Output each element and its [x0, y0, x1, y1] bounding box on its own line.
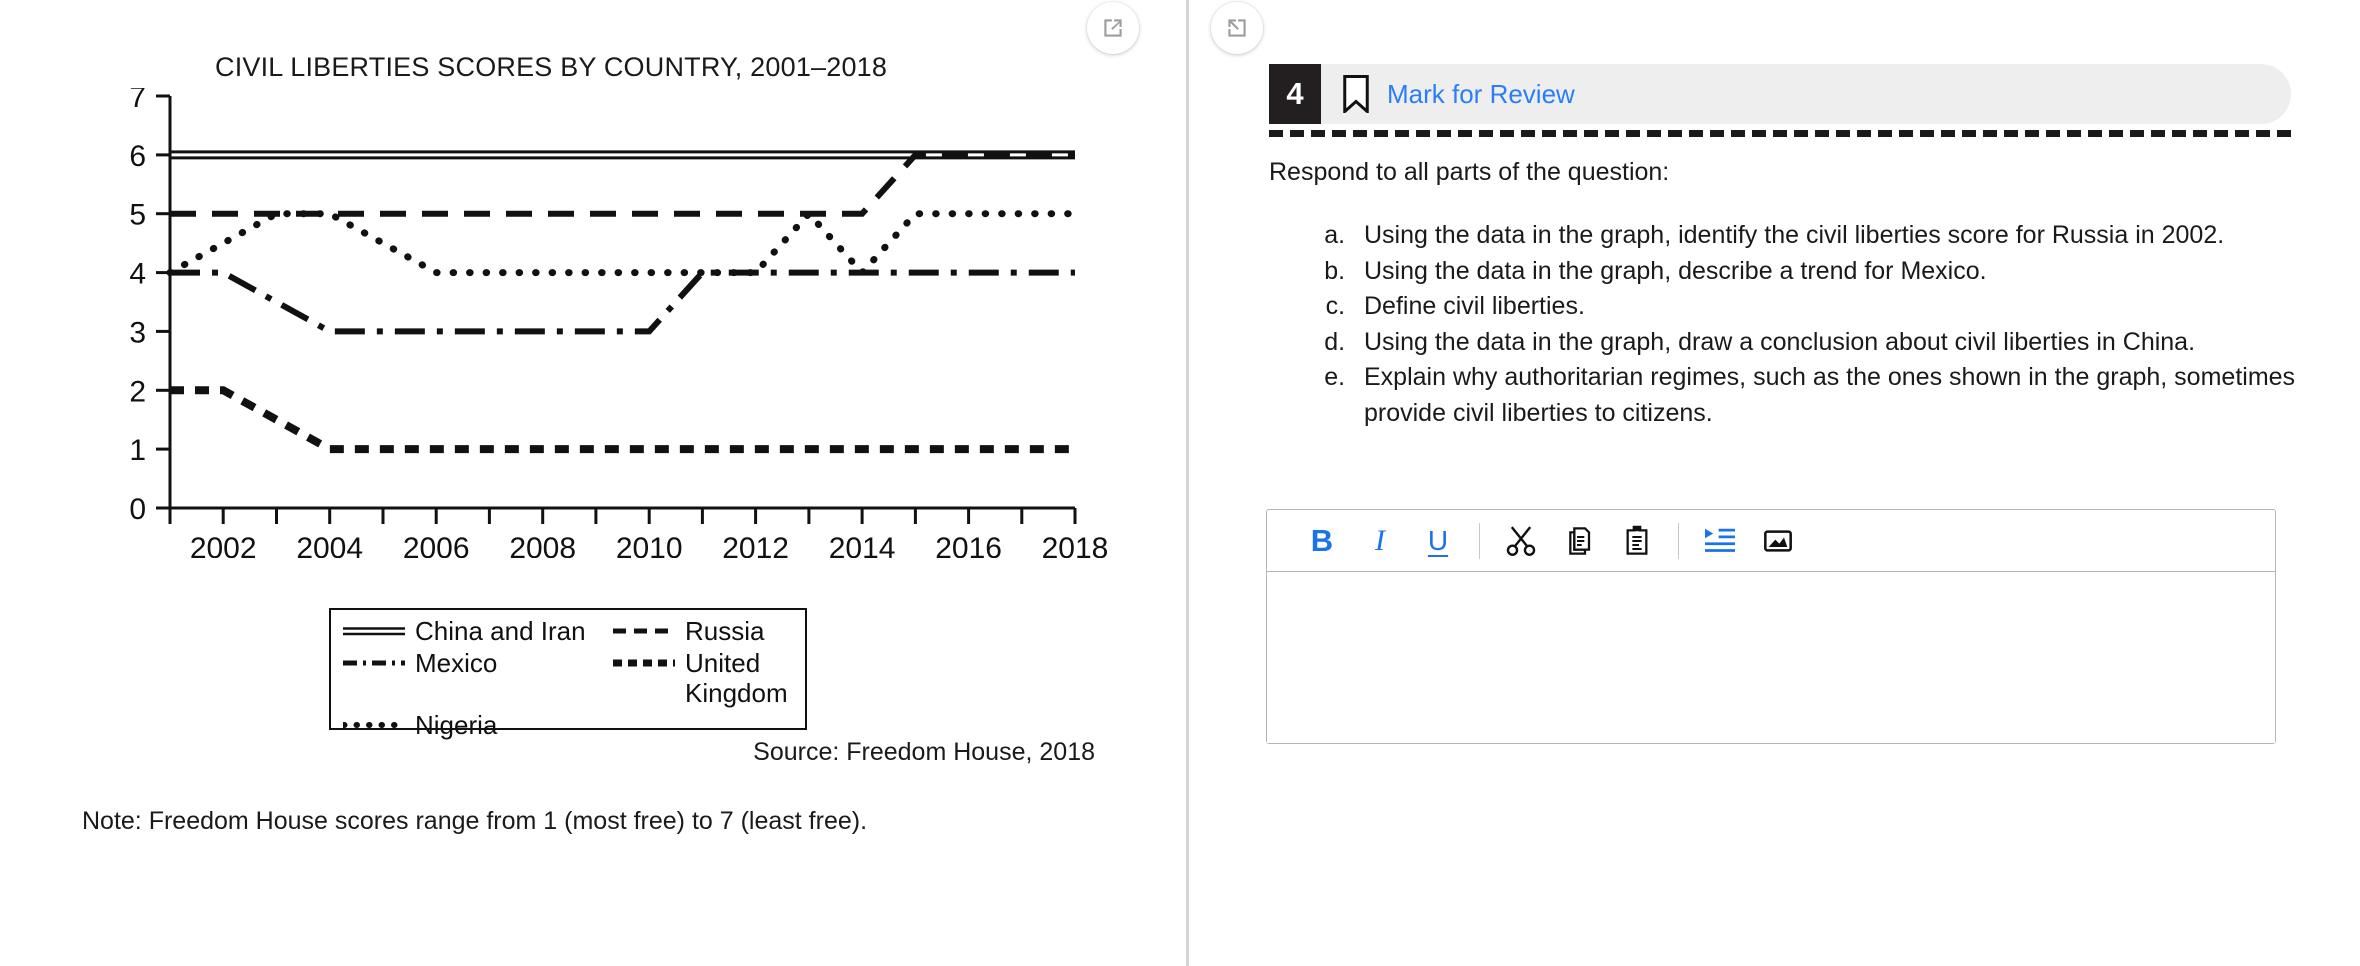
bookmark-icon	[1343, 75, 1369, 113]
answer-input[interactable]	[1267, 572, 2275, 743]
paste-button[interactable]	[1608, 516, 1666, 566]
svg-text:2004: 2004	[296, 532, 363, 558]
civil-liberties-line-chart: 7 6 5 4 3 2 1 0 2002 2004 2006 2008 2010…	[129, 88, 1109, 558]
series-united-kingdom	[170, 386, 1075, 454]
mark-for-review-button[interactable]: Mark for Review	[1341, 64, 1575, 124]
svg-text:2016: 2016	[935, 532, 1002, 558]
svg-text:7: 7	[129, 88, 146, 114]
legend-swatch-nigeria	[343, 710, 415, 740]
legend-swatch-china-and-iran	[343, 616, 415, 646]
toolbar-separator	[1678, 522, 1679, 559]
legend-swatch-mexico	[343, 648, 415, 678]
indent-button[interactable]	[1691, 516, 1749, 566]
question-pane	[1189, 0, 2360, 966]
chart-title: CIVIL LIBERTIES SCORES BY COUNTRY, 2001–…	[215, 52, 888, 82]
svg-text:2002: 2002	[190, 532, 257, 558]
svg-text:5: 5	[129, 199, 146, 232]
y-axis-ticks: 7 6 5 4 3 2 1 0	[129, 88, 170, 526]
question-part: Explain why authoritarian regimes, such …	[1352, 360, 2310, 431]
svg-text:2018: 2018	[1042, 532, 1109, 558]
question-part: Using the data in the graph, identify th…	[1352, 218, 2310, 254]
svg-text:6: 6	[129, 140, 146, 173]
svg-text:2008: 2008	[509, 532, 576, 558]
italic-button[interactable]: I	[1351, 516, 1409, 566]
paste-icon	[1626, 525, 1648, 555]
svg-text:3: 3	[129, 316, 146, 349]
chart-legend: China and Iran Russia Mexico United King…	[329, 608, 807, 740]
bold-button[interactable]: B	[1293, 516, 1351, 566]
svg-text:2: 2	[129, 375, 146, 408]
question-prompt: Respond to all parts of the question:	[1269, 158, 1670, 186]
question-part: Using the data in the graph, describe a …	[1352, 254, 2310, 290]
svg-text:2012: 2012	[722, 532, 789, 558]
insert-image-button[interactable]	[1749, 516, 1807, 566]
indent-icon	[1705, 528, 1735, 552]
copy-icon	[1569, 526, 1591, 555]
header-dashed-rule	[1269, 130, 2291, 137]
underline-button[interactable]: U	[1409, 516, 1467, 566]
legend-swatch-united-kingdom	[613, 648, 685, 678]
toolbar-separator	[1479, 522, 1480, 559]
scissors-icon	[1506, 525, 1536, 556]
series-russia	[170, 151, 1075, 217]
series-nigeria	[166, 208, 1079, 278]
svg-text:1: 1	[129, 434, 146, 467]
svg-text:2014: 2014	[829, 532, 896, 558]
legend-label-russia: Russia	[685, 616, 765, 646]
svg-text:2010: 2010	[616, 532, 683, 558]
legend-label-mexico: Mexico	[415, 648, 498, 678]
question-part: Define civil liberties.	[1352, 289, 2310, 325]
answer-editor: B I U	[1266, 509, 2276, 744]
exam-screen: CIVIL LIBERTIES SCORES BY COUNTRY, 2001–…	[0, 0, 2360, 966]
image-icon	[1764, 529, 1792, 552]
series-china-and-iran	[170, 150, 1075, 160]
legend-label-nigeria: Nigeria	[415, 710, 498, 740]
question-number-badge: 4	[1269, 64, 1321, 124]
legend-swatch-russia	[613, 616, 685, 646]
legend-label-united-kingdom: United Kingdom	[685, 648, 788, 708]
legend-label-china-and-iran: China and Iran	[415, 616, 586, 646]
cut-button[interactable]	[1492, 516, 1550, 566]
stimulus-pane: CIVIL LIBERTIES SCORES BY COUNTRY, 2001–…	[0, 0, 1186, 966]
svg-text:2006: 2006	[403, 532, 470, 558]
mark-for-review-label: Mark for Review	[1387, 78, 1575, 109]
question-parts-list: Using the data in the graph, identify th…	[1300, 218, 2310, 431]
editor-toolbar: B I U	[1267, 510, 2275, 572]
svg-text:0: 0	[129, 493, 146, 526]
x-axis-ticks: 2002 2004 2006 2008 2010 2012 2014 2016 …	[168, 508, 1109, 558]
series-mexico	[170, 269, 1075, 335]
chart-source-note: Source: Freedom House, 2018	[753, 738, 1095, 766]
chart-range-note: Note: Freedom House scores range from 1 …	[82, 807, 868, 835]
svg-text:4: 4	[129, 258, 146, 291]
copy-button[interactable]	[1550, 516, 1608, 566]
question-part: Using the data in the graph, draw a conc…	[1352, 325, 2310, 361]
